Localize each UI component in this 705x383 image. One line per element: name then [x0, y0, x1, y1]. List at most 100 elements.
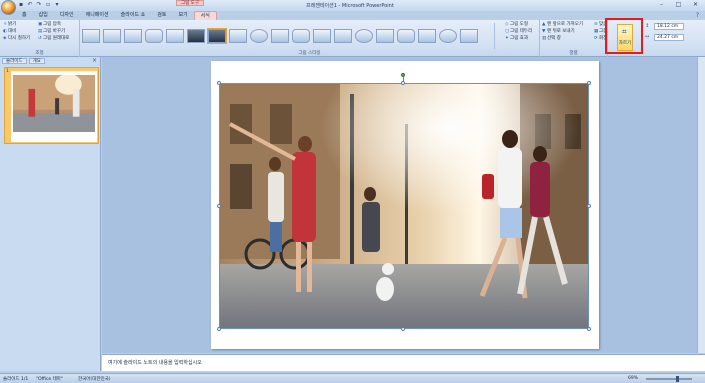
width-field[interactable]: 24.27 cm	[654, 34, 684, 41]
style-thumb[interactable]	[439, 29, 457, 43]
close-icon[interactable]: ✕	[688, 1, 703, 9]
gallery-scroll[interactable]	[494, 23, 502, 49]
resize-handle-w[interactable]	[217, 204, 221, 208]
adjust-group-label: 조정	[35, 51, 44, 56]
bring-to-front-button[interactable]: ▲ 맨 앞으로 가져오기	[542, 21, 583, 28]
theme-name: "Office 테마"	[36, 377, 63, 382]
style-thumb[interactable]	[376, 29, 394, 43]
adjust-group: ☼밝기 ◐대비 ◈ 다시 칠하기 ▣그림 압축 ▤그림 바꾸기 ↺그림 원래대로 …	[0, 20, 80, 57]
language[interactable]: 한국어(대한민국)	[78, 376, 111, 382]
style-thumb[interactable]	[207, 28, 227, 44]
contrast-button[interactable]: ◐대비	[3, 28, 16, 35]
tab-design[interactable]: 디자인	[54, 11, 80, 20]
picture-border-button[interactable]: ▢그림 테두리	[505, 28, 532, 35]
style-thumb[interactable]	[334, 29, 352, 43]
help-icon[interactable]: ?	[696, 12, 699, 19]
title-bar: ▪ ↶ ↷ ▫ ▾ 그림 도구 프레젠테이션1 - Microsoft Powe…	[0, 0, 705, 15]
tab-outline[interactable]: 개요	[28, 58, 45, 64]
thumbnail-photo	[13, 73, 95, 132]
save-icon[interactable]: ▪	[18, 2, 24, 8]
zoom-slider[interactable]	[646, 378, 692, 380]
style-thumb[interactable]	[82, 29, 100, 43]
notes-pane[interactable]: 여기에 슬라이드 노트의 내용을 입력하십시오	[102, 354, 705, 371]
resize-handle-e[interactable]	[587, 204, 591, 208]
redo-icon[interactable]: ↷	[36, 2, 42, 8]
highlight-box	[605, 18, 643, 54]
selected-picture[interactable]	[219, 83, 589, 329]
office-button[interactable]	[1, 0, 16, 15]
tab-format[interactable]: 서식	[193, 11, 217, 20]
style-thumb[interactable]	[355, 29, 373, 43]
tab-review[interactable]: 검토	[151, 11, 172, 20]
print-icon[interactable]: ▫	[45, 2, 51, 8]
slide-canvas[interactable]	[211, 61, 599, 349]
picture-styles-gallery	[82, 23, 502, 49]
resize-handle-n[interactable]	[401, 81, 405, 85]
style-thumb[interactable]	[145, 29, 163, 43]
rotation-handle[interactable]	[401, 73, 405, 77]
ribbon: ☼밝기 ◐대비 ◈ 다시 칠하기 ▣그림 압축 ▤그림 바꾸기 ↺그림 원래대로 …	[0, 20, 705, 57]
quick-access-toolbar: ▪ ↶ ↷ ▫ ▾	[18, 2, 60, 9]
style-thumb[interactable]	[103, 29, 121, 43]
customize-icon[interactable]: ▾	[54, 2, 60, 8]
resize-handle-ne[interactable]	[587, 81, 591, 85]
send-to-back-button[interactable]: ▼ 맨 뒤로 보내기	[542, 28, 575, 35]
tab-animations[interactable]: 애니메이션	[80, 11, 115, 20]
undo-icon[interactable]: ↶	[27, 2, 33, 8]
selection-pane-button[interactable]: ▥선택 창	[542, 35, 561, 42]
tab-slideshow[interactable]: 슬라이드 쇼	[115, 11, 152, 20]
resize-handle-se[interactable]	[587, 327, 591, 331]
picture-effects-button[interactable]: ✦그림 효과	[505, 35, 528, 42]
slide-info: 슬라이드 1/1	[3, 377, 29, 382]
brightness-button[interactable]: ☼밝기	[3, 21, 16, 28]
tab-view[interactable]: 보기	[172, 11, 193, 20]
style-thumb[interactable]	[187, 29, 205, 43]
zoom-slider-handle[interactable]	[676, 376, 679, 382]
height-field[interactable]: 18.12 cm	[654, 23, 684, 30]
reset-picture-button[interactable]: ↺그림 원래대로	[38, 35, 69, 42]
status-bar: 슬라이드 1/1 "Office 테마" 한국어(대한민국) 69%	[0, 373, 705, 383]
resize-handle-nw[interactable]	[217, 81, 221, 85]
maximize-icon[interactable]: □	[671, 1, 686, 9]
width-icon: ↔	[645, 34, 650, 40]
style-thumb[interactable]	[250, 29, 268, 43]
resize-handle-s[interactable]	[401, 327, 405, 331]
compress-pictures-button[interactable]: ▣그림 압축	[38, 21, 61, 28]
arrange-group: ▲ 맨 앞으로 가져오기 ▼ 맨 뒤로 보내기 ▥선택 창 ≡맞춤 ▦그룹 ⟳회전 …	[540, 20, 608, 57]
pane-close-icon[interactable]: ×	[92, 57, 97, 64]
street-photo	[220, 84, 588, 328]
ribbon-tabs: 홈 삽입 디자인 애니메이션 슬라이드 쇼 검토 보기 서식	[16, 11, 217, 20]
minimize-icon[interactable]: –	[654, 1, 669, 9]
slide-workspace	[102, 57, 705, 353]
resize-handle-sw[interactable]	[217, 327, 221, 331]
style-thumb[interactable]	[397, 29, 415, 43]
context-tab-title: 그림 도구	[176, 0, 204, 6]
tab-slides[interactable]: 슬라이드	[2, 58, 27, 64]
notes-placeholder: 여기에 슬라이드 노트의 내용을 입력하십시오	[108, 360, 202, 366]
vertical-scrollbar[interactable]	[697, 57, 705, 353]
change-picture-button[interactable]: ▤그림 바꾸기	[38, 28, 65, 35]
picture-shape-button[interactable]: ◇ 그림 도형	[505, 21, 528, 28]
tab-insert[interactable]: 삽입	[33, 11, 54, 20]
style-thumb[interactable]	[418, 29, 436, 43]
style-thumb[interactable]	[124, 29, 142, 43]
tab-home[interactable]: 홈	[16, 11, 33, 20]
window-title: 프레젠테이션1 - Microsoft PowerPoint	[306, 3, 394, 9]
style-thumb[interactable]	[292, 29, 310, 43]
recolor-button[interactable]: ◈ 다시 칠하기	[3, 35, 30, 42]
slide-thumbnail-selected[interactable]: 1	[4, 67, 99, 144]
picture-styles-label: 그림 스타일	[298, 51, 321, 56]
window-controls: – □ ✕	[654, 1, 703, 9]
height-icon: ↕	[645, 23, 650, 29]
pane-tabs: 슬라이드 개요	[2, 58, 45, 64]
slide-number: 1	[6, 69, 9, 74]
style-thumb[interactable]	[166, 29, 184, 43]
style-thumb[interactable]	[460, 29, 478, 43]
slide-thumbnail[interactable]	[11, 71, 97, 142]
style-thumb[interactable]	[229, 29, 247, 43]
style-thumb[interactable]	[271, 29, 289, 43]
slides-pane: 슬라이드 개요 × 1	[0, 57, 101, 371]
style-thumb[interactable]	[313, 29, 331, 43]
zoom-level[interactable]: 69%	[628, 376, 638, 381]
arrange-group-label: 정렬	[569, 51, 578, 56]
